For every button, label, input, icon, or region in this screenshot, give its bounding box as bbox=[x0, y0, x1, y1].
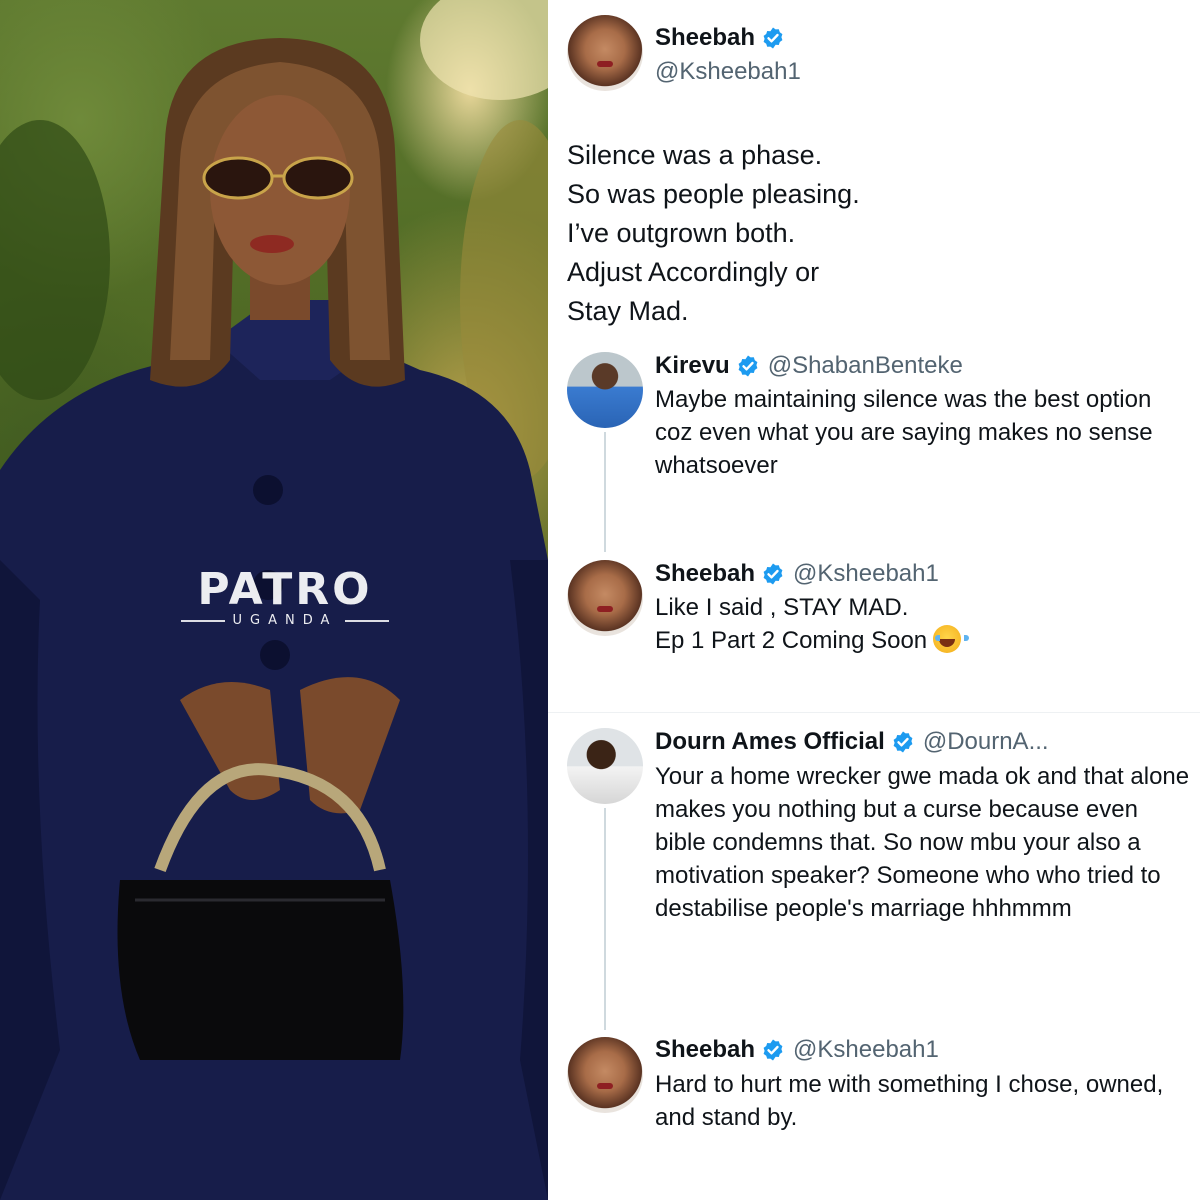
author-handle[interactable]: @Ksheebah1 bbox=[655, 58, 801, 86]
author-handle[interactable]: @DournA... bbox=[923, 728, 1049, 756]
tweet-line: So was people pleasing. bbox=[567, 179, 860, 209]
main-tweet-text: Silence was a phase. So was people pleas… bbox=[567, 136, 1167, 331]
tweet-line: Adjust Accordingly or bbox=[567, 257, 820, 287]
author-handle[interactable]: @Ksheebah1 bbox=[793, 1036, 939, 1064]
main-tweet-author: Sheebah bbox=[655, 24, 785, 52]
author-name[interactable]: Sheebah bbox=[655, 560, 755, 588]
reply-line: Ep 1 Part 2 Coming Soon bbox=[655, 627, 928, 654]
avatar[interactable] bbox=[567, 728, 643, 804]
verified-badge-icon bbox=[763, 563, 783, 585]
watermark-logo-text: PATRO bbox=[197, 564, 373, 615]
verified-badge-icon bbox=[763, 27, 783, 49]
thread-connector-line bbox=[604, 432, 606, 552]
author-name[interactable]: Kirevu bbox=[655, 352, 730, 380]
verified-badge-icon bbox=[893, 731, 913, 753]
reply-line-with-emoji: Ep 1 Part 2 Coming Soon bbox=[655, 624, 1190, 657]
reply-author: Sheebah @Ksheebah1 bbox=[655, 560, 939, 588]
reply-line: Like I said , STAY MAD. bbox=[655, 594, 909, 621]
reply-text: Maybe maintaining silence was the best o… bbox=[655, 386, 1153, 479]
reply-text: Hard to hurt me with something I chose, … bbox=[655, 1071, 1164, 1131]
reply-author: Sheebah @Ksheebah1 bbox=[655, 1036, 939, 1064]
patro-uganda-watermark: PATRO UGANDA bbox=[160, 565, 410, 628]
avatar[interactable] bbox=[567, 15, 643, 91]
photo-panel: PATRO UGANDA bbox=[0, 0, 548, 1200]
face-with-tears-of-joy-icon bbox=[933, 625, 970, 653]
reply-text: Your a home wrecker gwe mada ok and that… bbox=[655, 763, 1190, 922]
author-handle[interactable]: @ShabanBenteke bbox=[768, 352, 963, 380]
thread-connector-line bbox=[604, 808, 606, 1030]
watermark-subtitle: UGANDA bbox=[232, 613, 338, 628]
tweet-line: I’ve outgrown both. bbox=[567, 218, 796, 248]
reply-text: Like I said , STAY MAD. Ep 1 Part 2 Comi… bbox=[655, 591, 1190, 657]
tweet-line: Stay Mad. bbox=[567, 296, 689, 326]
avatar[interactable] bbox=[567, 560, 643, 636]
author-name[interactable]: Dourn Ames Official bbox=[655, 728, 885, 756]
avatar[interactable] bbox=[567, 352, 643, 428]
reply-author: Dourn Ames Official @DournA... bbox=[655, 728, 1049, 756]
watermark-rule-left bbox=[180, 619, 225, 622]
verified-badge-icon bbox=[738, 355, 758, 377]
thread-divider bbox=[548, 712, 1200, 713]
author-name[interactable]: Sheebah bbox=[655, 1036, 755, 1064]
watermark-rule-right bbox=[345, 619, 390, 622]
reply-author: Kirevu @ShabanBenteke bbox=[655, 352, 963, 380]
author-handle[interactable]: @Ksheebah1 bbox=[793, 560, 939, 588]
tweet-line: Silence was a phase. bbox=[567, 140, 823, 170]
author-name[interactable]: Sheebah bbox=[655, 24, 755, 52]
verified-badge-icon bbox=[763, 1039, 783, 1061]
avatar[interactable] bbox=[567, 1037, 643, 1113]
